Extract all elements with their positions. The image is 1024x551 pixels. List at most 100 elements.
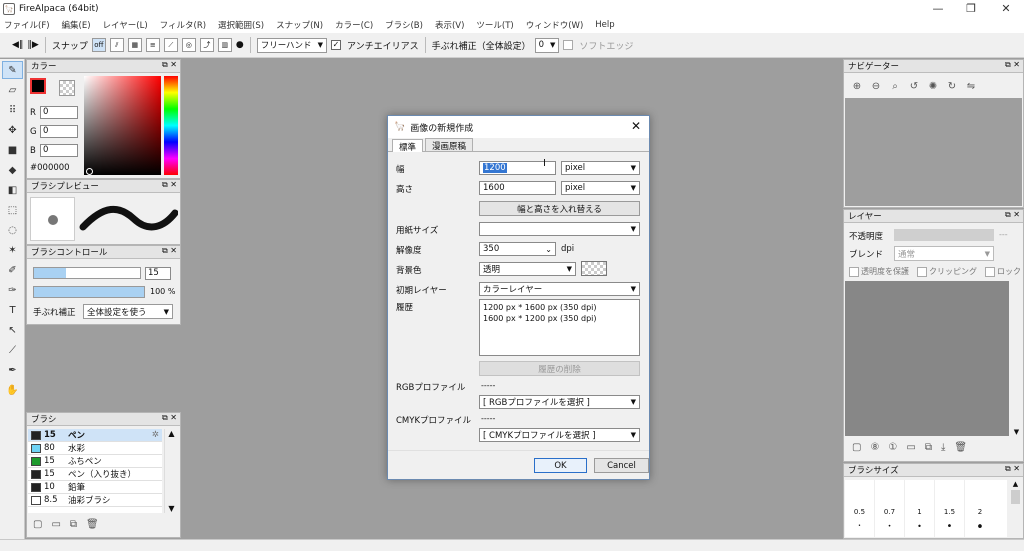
- panel-close-icon[interactable]: ⧉ ✕: [1005, 60, 1020, 70]
- operation-tool-icon[interactable]: ↖: [2, 321, 23, 339]
- bucket-tool-icon[interactable]: ◆: [2, 161, 23, 179]
- background-color-swatch[interactable]: [581, 261, 607, 276]
- duplicate-brush-icon[interactable]: ⧉: [70, 519, 77, 530]
- resolution-combo[interactable]: 350 ⌄: [479, 242, 556, 256]
- undo-icon[interactable]: ◀‖: [12, 40, 23, 50]
- background-select[interactable]: 透明 ▼: [479, 262, 576, 276]
- brush-size-slider[interactable]: [33, 267, 141, 279]
- rotate-left-icon[interactable]: ↺: [907, 79, 921, 93]
- snap-curve-icon[interactable]: ⤴: [199, 38, 214, 52]
- layer-list[interactable]: [845, 281, 1009, 436]
- panel-close-icon[interactable]: ⧉ ✕: [1005, 464, 1020, 474]
- lasso-tool-icon[interactable]: ◌: [2, 221, 23, 239]
- maximize-button[interactable]: ❐: [955, 0, 987, 17]
- brush-size-cell[interactable]: 0.7 •: [875, 480, 905, 537]
- panel-close-icon[interactable]: ⧉ ✕: [162, 413, 177, 423]
- soft-edge-checkbox[interactable]: [563, 40, 574, 50]
- new-brush-icon[interactable]: ▢: [33, 519, 42, 530]
- brush-list-scrollbar[interactable]: ▲ ▼: [164, 429, 178, 513]
- history-item[interactable]: 1600 px * 1200 px (350 dpi): [483, 314, 636, 323]
- snap-perspective-icon[interactable]: ⟋: [163, 38, 178, 52]
- scroll-up-icon[interactable]: ▲: [165, 429, 178, 438]
- brush-item-oil[interactable]: 8.5 油彩ブラシ: [28, 494, 162, 507]
- scroll-up-icon[interactable]: ▲: [1009, 480, 1022, 488]
- initial-layer-select[interactable]: カラーレイヤー ▼: [479, 282, 640, 296]
- new-layer-icon[interactable]: ▢: [852, 442, 861, 453]
- brush-item-pencil[interactable]: 10 鉛筆: [28, 481, 162, 494]
- menu-filter[interactable]: フィルタ(R): [160, 19, 206, 31]
- rotate-right-icon[interactable]: ↻: [945, 79, 959, 93]
- cancel-button[interactable]: Cancel: [594, 458, 649, 473]
- width-unit-select[interactable]: pixel ▼: [561, 161, 640, 175]
- snap-parallel-icon[interactable]: ⫽: [109, 38, 124, 52]
- text-tool-icon[interactable]: T: [2, 301, 23, 319]
- height-unit-select[interactable]: pixel ▼: [561, 181, 640, 195]
- menu-brush[interactable]: ブラシ(B): [385, 19, 423, 31]
- blend-select[interactable]: 通常 ▼: [894, 246, 994, 261]
- dialog-close-icon[interactable]: ✕: [631, 119, 641, 133]
- pen-tool-icon[interactable]: ✎: [2, 61, 23, 79]
- height-input[interactable]: 1600: [479, 181, 556, 195]
- hue-slider[interactable]: [164, 76, 178, 175]
- brush-size-cell[interactable]: 2 •: [965, 480, 995, 537]
- close-button[interactable]: ✕: [990, 0, 1022, 17]
- scroll-thumb[interactable]: [1011, 490, 1020, 504]
- trash-icon[interactable]: 🗑: [86, 519, 99, 530]
- color-saturation-picker[interactable]: [84, 76, 161, 175]
- menu-layer[interactable]: レイヤー(L): [103, 19, 148, 31]
- dot-tool-icon[interactable]: ⠿: [2, 101, 23, 119]
- snap-grid-icon[interactable]: ▦: [127, 38, 142, 52]
- panel-close-icon[interactable]: ⧉ ✕: [1005, 210, 1020, 220]
- minimize-button[interactable]: —: [922, 0, 954, 17]
- transparent-color-swatch[interactable]: [59, 80, 75, 96]
- brush-item-watercolor[interactable]: 80 水彩: [28, 442, 162, 455]
- paper-size-select[interactable]: ▼: [479, 222, 640, 236]
- g-input[interactable]: 0: [40, 125, 78, 138]
- merge-down-icon[interactable]: ⤓: [941, 442, 945, 453]
- scroll-down-icon[interactable]: ▼: [165, 504, 178, 513]
- tab-standard[interactable]: 標準: [392, 139, 424, 153]
- layer-list-scrollbar[interactable]: ▼: [1011, 281, 1022, 436]
- snap-point-icon[interactable]: ●: [236, 40, 244, 50]
- layer-opacity-slider[interactable]: [894, 229, 994, 241]
- panel-close-icon[interactable]: ⧉ ✕: [162, 180, 177, 190]
- menu-window[interactable]: ウィンドウ(W): [526, 19, 584, 31]
- snap-cross-icon[interactable]: ≡: [145, 38, 160, 52]
- redo-icon[interactable]: ‖▶: [27, 40, 38, 50]
- panel-close-icon[interactable]: ⧉ ✕: [162, 60, 177, 70]
- new-folder-icon[interactable]: ▭: [906, 442, 915, 453]
- protect-alpha-checkbox[interactable]: [849, 266, 859, 277]
- tab-manga[interactable]: 漫画原稿: [425, 138, 474, 152]
- snap-off-button[interactable]: off: [91, 38, 106, 52]
- antialias-checkbox[interactable]: ✓: [330, 40, 341, 50]
- menu-edit[interactable]: 編集(E): [62, 19, 91, 31]
- brush-stabilizer-select[interactable]: 全体設定を使う ▼: [83, 304, 173, 319]
- move-tool-icon[interactable]: ✥: [2, 121, 23, 139]
- brush-size-cell[interactable]: 1 •: [905, 480, 935, 537]
- menu-color[interactable]: カラー(C): [335, 19, 373, 31]
- gradient-tool-icon[interactable]: ◧: [2, 181, 23, 199]
- trash-icon[interactable]: 🗑: [954, 442, 967, 453]
- drawing-mode-select[interactable]: フリーハンド ▼: [256, 37, 327, 53]
- brush-size-cell[interactable]: 1.5 •: [935, 480, 965, 537]
- menu-file[interactable]: ファイル(F): [4, 19, 50, 31]
- b-input[interactable]: 0: [40, 144, 78, 157]
- new-1bit-layer-icon[interactable]: ①: [888, 442, 897, 453]
- brush-item-pen[interactable]: 15 ペン ✲: [28, 429, 162, 442]
- fill-rect-tool-icon[interactable]: ■: [2, 141, 23, 159]
- select-tool-icon[interactable]: ⬚: [2, 201, 23, 219]
- gear-icon[interactable]: ✲: [152, 430, 159, 440]
- folder-icon[interactable]: ▭: [51, 519, 60, 530]
- hand-tool-icon[interactable]: ✋: [2, 381, 23, 399]
- rgb-profile-select[interactable]: [ RGBプロファイルを選択 ] ▼: [479, 395, 640, 409]
- ok-button[interactable]: OK: [534, 458, 587, 473]
- brush-size-cell[interactable]: 0.5 •: [845, 480, 875, 537]
- snap-circle-icon[interactable]: ◎: [181, 38, 196, 52]
- rotate-reset-icon[interactable]: ✺: [926, 79, 940, 93]
- zoom-out-icon[interactable]: ⊖: [869, 79, 883, 93]
- swap-dimensions-button[interactable]: 幅と高さを入れ替える: [479, 201, 640, 216]
- primary-color-swatch[interactable]: [30, 78, 46, 94]
- brush-item-edge-pen[interactable]: 15 ふちペン: [28, 455, 162, 468]
- eyedropper-tool-icon[interactable]: ✒: [2, 361, 23, 379]
- panel-close-icon[interactable]: ⧉ ✕: [162, 246, 177, 256]
